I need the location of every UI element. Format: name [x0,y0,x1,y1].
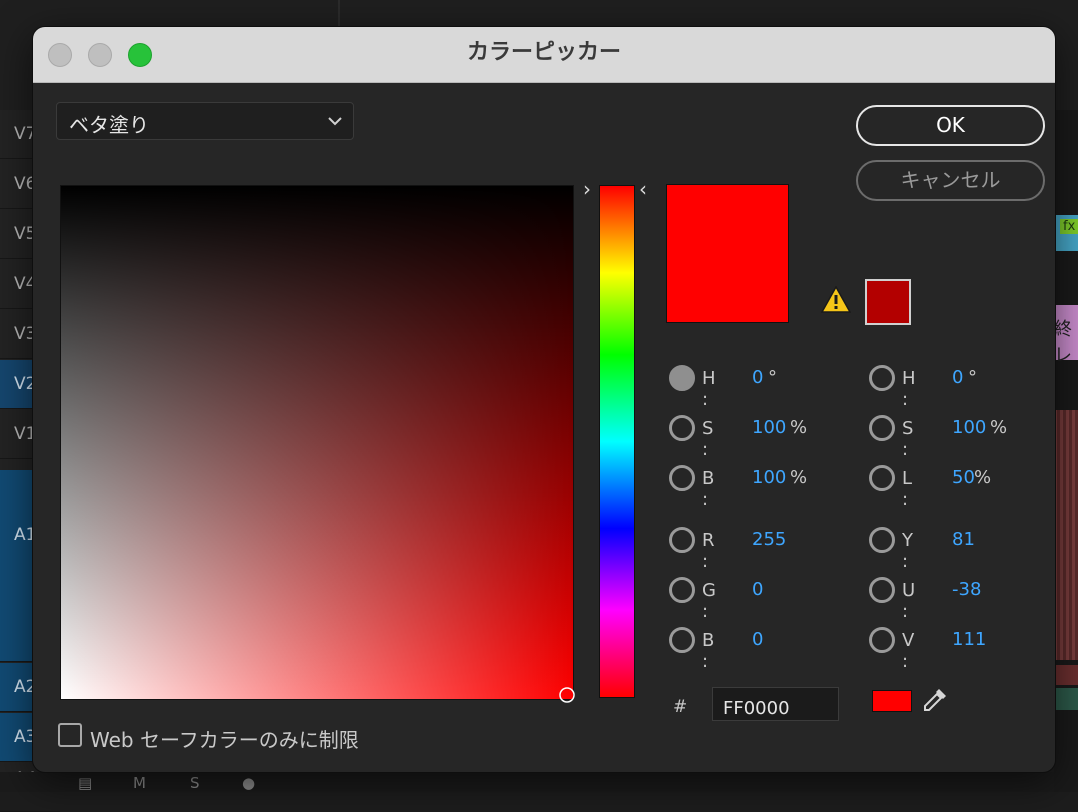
audio-clip-a3 [1054,688,1078,710]
chevron-down-icon [327,113,343,133]
fx-badge: fx [1060,219,1078,234]
dialog-title: カラーピッカー [466,40,621,65]
yuv-v-label: V : [902,630,916,672]
hsl-l-value[interactable]: 50 [952,467,975,488]
rgb-b-value[interactable]: 0 [752,629,763,650]
hsl-h-radio[interactable] [869,365,895,391]
hue-slider[interactable] [599,185,635,698]
cancel-button[interactable]: キャンセル [856,160,1045,201]
hsb-s-unit: % [790,417,808,438]
hsb-b-value[interactable]: 100 [752,467,786,488]
hsb-s-label: S : [702,418,715,460]
audio-waveform [1054,410,1078,660]
hsb-h-label: H : [702,368,717,410]
hsb-b-label: B : [702,468,716,510]
timeline-clips-partial: fx 終レ [1054,110,1078,792]
title-bar[interactable]: カラーピッカー [33,27,1055,83]
rgb-r-label: R : [702,530,716,572]
web-safe-checkbox[interactable] [58,723,82,747]
hsl-s-value[interactable]: 100 [952,417,986,438]
yuv-u-label: U : [902,580,917,622]
eyedropper-icon[interactable] [920,685,950,719]
hex-value: FF0000 [723,698,790,719]
hsl-h-value[interactable]: 0 [952,367,963,388]
yuv-v-radio[interactable] [869,627,895,653]
rgb-b-label: B : [702,630,716,672]
hsl-s-label: S : [902,418,915,460]
yuv-u-radio[interactable] [869,577,895,603]
fill-type-dropdown[interactable]: ベタ塗り [56,102,354,140]
web-safe-label: Web セーフカラーのみに制限 [90,728,359,752]
hue-slider-arrow-left[interactable]: › [583,177,591,201]
hsl-l-radio[interactable] [869,465,895,491]
ok-button[interactable]: OK [856,105,1045,146]
saturation-brightness-field[interactable] [60,185,574,700]
hsb-h-unit: ° [768,367,777,388]
rgb-r-value[interactable]: 255 [752,529,786,550]
rgb-g-radio[interactable] [669,577,695,603]
fill-type-value: ベタ塗り [69,113,149,137]
clip-fx[interactable]: fx [1054,215,1078,251]
hsl-h-label: H : [902,368,917,410]
yuv-u-value[interactable]: -38 [952,579,981,600]
clip-title-text: 終レ [1054,319,1072,366]
color-picker-dialog: カラーピッカー ベタ塗り OK キャンセル › ‹ H : 0 ° S : 10… [33,27,1055,772]
mic-icon[interactable]: ● [242,774,255,792]
current-color-swatch [666,184,789,323]
yuv-y-radio[interactable] [869,527,895,553]
audio-clip-a2 [1054,665,1078,685]
hsl-l-unit: % [974,467,992,488]
hsb-b-radio[interactable] [669,465,695,491]
hsb-h-radio[interactable] [669,365,695,391]
rgb-g-label: G : [702,580,717,622]
m-icon[interactable]: M [133,774,146,792]
clip-icon[interactable]: ▤ [78,774,92,792]
rgb-b-radio[interactable] [669,627,695,653]
hue-slider-arrow-right[interactable]: ‹ [639,177,647,201]
color-field-cursor[interactable] [557,685,577,709]
timeline-footer: ▤ M S ● [0,772,1078,792]
clip-title[interactable]: 終レ [1054,305,1078,366]
yuv-v-value[interactable]: 111 [952,629,986,650]
rgb-g-value[interactable]: 0 [752,579,763,600]
hsb-b-unit: % [790,467,808,488]
hex-prefix: # [673,697,688,717]
hsb-s-radio[interactable] [669,415,695,441]
rgb-r-radio[interactable] [669,527,695,553]
warning-icon [820,285,852,317]
hsb-s-value[interactable]: 100 [752,417,786,438]
hsl-s-radio[interactable] [869,415,895,441]
hsl-l-label: L : [902,468,914,510]
hsl-h-unit: ° [968,367,977,388]
hsb-h-value[interactable]: 0 [752,367,763,388]
hsl-s-unit: % [990,417,1008,438]
yuv-y-label: Y : [902,530,914,572]
hex-input[interactable]: FF0000 [712,687,839,721]
yuv-y-value[interactable]: 81 [952,529,975,550]
hex-color-swatch [872,690,912,712]
s-icon[interactable]: S [190,774,200,792]
web-safe-color-swatch[interactable] [865,279,911,325]
